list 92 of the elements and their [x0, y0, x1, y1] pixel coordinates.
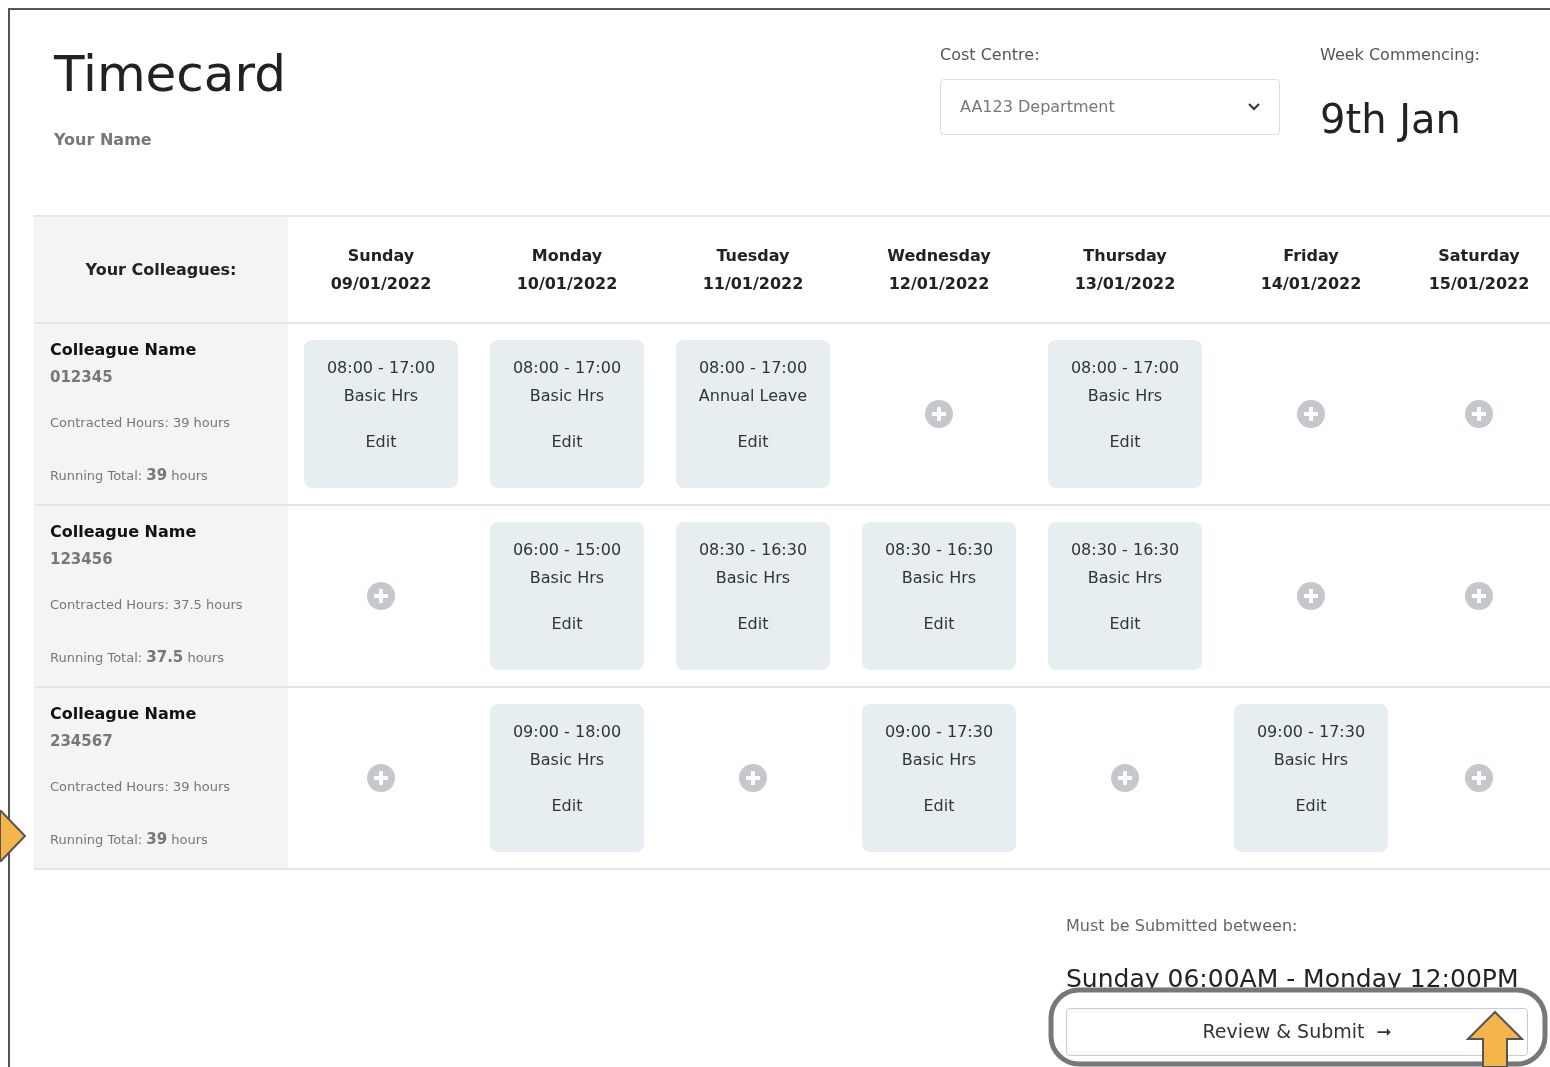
contracted-hours: Contracted Hours: 39 hours — [50, 413, 231, 432]
colleagues-header: Your Colleagues: — [85, 258, 237, 281]
shift-type: Basic Hrs — [1273, 749, 1349, 771]
edit-link[interactable]: Edit — [737, 428, 769, 456]
shift-type: Basic Hrs — [1087, 385, 1163, 407]
shift-type: Basic Hrs — [1087, 567, 1163, 589]
shift-card[interactable]: 08:30 - 16:30 Basic Hrs Edit — [1048, 522, 1202, 670]
date-header: 09/01/2022 — [330, 272, 432, 295]
user-name: Your Name — [54, 129, 152, 151]
colleague-id: 123456 — [50, 549, 113, 570]
shift-card[interactable]: 09:00 - 17:30 Basic Hrs Edit — [862, 704, 1016, 852]
shift-type: Basic Hrs — [529, 749, 605, 771]
date-header: 11/01/2022 — [702, 272, 804, 295]
date-header: 14/01/2022 — [1260, 272, 1362, 295]
add-icon[interactable] — [367, 764, 395, 792]
page-title: Timecard — [54, 44, 286, 104]
shift-card[interactable]: 09:00 - 18:00 Basic Hrs Edit — [490, 704, 644, 852]
add-icon[interactable] — [1465, 582, 1493, 610]
running-total: Running Total: 39 hours — [50, 465, 208, 486]
shift-type: Basic Hrs — [529, 385, 605, 407]
shift-card[interactable]: 09:00 - 17:30 Basic Hrs Edit — [1234, 704, 1388, 852]
colleague-id: 012345 — [50, 367, 113, 388]
shift-type: Basic Hrs — [343, 385, 419, 407]
shift-card[interactable]: 08:00 - 17:00 Basic Hrs Edit — [304, 340, 458, 488]
review-submit-button[interactable]: Review & Submit ➞ — [1066, 1007, 1528, 1056]
colleague-name: Colleague Name — [50, 339, 197, 361]
edit-link[interactable]: Edit — [1295, 792, 1327, 820]
running-total: Running Total: 39 hours — [50, 829, 208, 850]
contracted-hours: Contracted Hours: 39 hours — [50, 777, 231, 796]
shift-time: 08:30 - 16:30 — [1070, 539, 1180, 561]
colleague-name: Colleague Name — [50, 703, 197, 725]
edit-link[interactable]: Edit — [365, 428, 397, 456]
add-icon[interactable] — [925, 400, 953, 428]
shift-card[interactable]: 08:00 - 17:00 Basic Hrs Edit — [490, 340, 644, 488]
chevron-down-icon — [1248, 103, 1260, 111]
day-header: Thursday — [1083, 244, 1167, 267]
shift-time: 09:00 - 18:00 — [512, 721, 622, 743]
add-icon[interactable] — [1297, 400, 1325, 428]
day-header: Sunday — [347, 244, 415, 267]
day-header: Tuesday — [716, 244, 790, 267]
shift-time: 09:00 - 17:30 — [884, 721, 994, 743]
submission-label: Must be Submitted between: — [1066, 915, 1298, 937]
add-icon[interactable] — [1111, 764, 1139, 792]
edit-link[interactable]: Edit — [1109, 428, 1141, 456]
cost-centre-select[interactable]: AA123 Department — [940, 79, 1280, 135]
colleague-name: Colleague Name — [50, 521, 197, 543]
shift-time: 06:00 - 15:00 — [512, 539, 622, 561]
add-icon[interactable] — [1297, 582, 1325, 610]
contracted-hours: Contracted Hours: 37.5 hours — [50, 595, 243, 614]
edit-link[interactable]: Edit — [737, 610, 769, 638]
shift-type: Basic Hrs — [901, 567, 977, 589]
edit-link[interactable]: Edit — [923, 792, 955, 820]
running-total: Running Total: 37.5 hours — [50, 647, 224, 668]
day-header: Wednesday — [887, 244, 991, 267]
shift-type: Basic Hrs — [715, 567, 791, 589]
edit-link[interactable]: Edit — [551, 610, 583, 638]
cost-centre-label: Cost Centre: — [940, 44, 1040, 66]
edit-link[interactable]: Edit — [551, 428, 583, 456]
add-icon[interactable] — [367, 582, 395, 610]
shift-time: 09:00 - 17:30 — [1256, 721, 1366, 743]
day-header: Friday — [1283, 244, 1339, 267]
shift-time: 08:30 - 16:30 — [698, 539, 808, 561]
date-header: 10/01/2022 — [516, 272, 618, 295]
edit-link[interactable]: Edit — [1109, 610, 1141, 638]
shift-card[interactable]: 06:00 - 15:00 Basic Hrs Edit — [490, 522, 644, 670]
week-label: Week Commencing: — [1320, 44, 1480, 66]
shift-type: Basic Hrs — [901, 749, 977, 771]
add-icon[interactable] — [1465, 764, 1493, 792]
shift-time: 08:00 - 17:00 — [1070, 357, 1180, 379]
date-header: 15/01/2022 — [1428, 272, 1530, 295]
shift-card[interactable]: 08:00 - 17:00 Annual Leave Edit — [676, 340, 830, 488]
shift-time: 08:00 - 17:00 — [326, 357, 436, 379]
colleague-id: 234567 — [50, 731, 113, 752]
day-header: Saturday — [1438, 244, 1520, 267]
shift-card[interactable]: 08:30 - 16:30 Basic Hrs Edit — [676, 522, 830, 670]
shift-time: 08:30 - 16:30 — [884, 539, 994, 561]
shift-card[interactable]: 08:30 - 16:30 Basic Hrs Edit — [862, 522, 1016, 670]
week-value: 9th Jan — [1320, 95, 1461, 144]
edit-link[interactable]: Edit — [551, 792, 583, 820]
shift-time: 08:00 - 17:00 — [698, 357, 808, 379]
date-header: 12/01/2022 — [888, 272, 990, 295]
shift-card[interactable]: 08:00 - 17:00 Basic Hrs Edit — [1048, 340, 1202, 488]
date-header: 13/01/2022 — [1074, 272, 1176, 295]
day-header: Monday — [531, 244, 603, 267]
shift-time: 08:00 - 17:00 — [512, 357, 622, 379]
edit-link[interactable]: Edit — [923, 610, 955, 638]
arrow-right-icon: ➞ — [1376, 1018, 1392, 1045]
shift-type: Annual Leave — [698, 385, 808, 407]
add-icon[interactable] — [1465, 400, 1493, 428]
shift-type: Basic Hrs — [529, 567, 605, 589]
add-icon[interactable] — [739, 764, 767, 792]
submission-window: Sunday 06:00AM - Monday 12:00PM — [1066, 960, 1519, 998]
